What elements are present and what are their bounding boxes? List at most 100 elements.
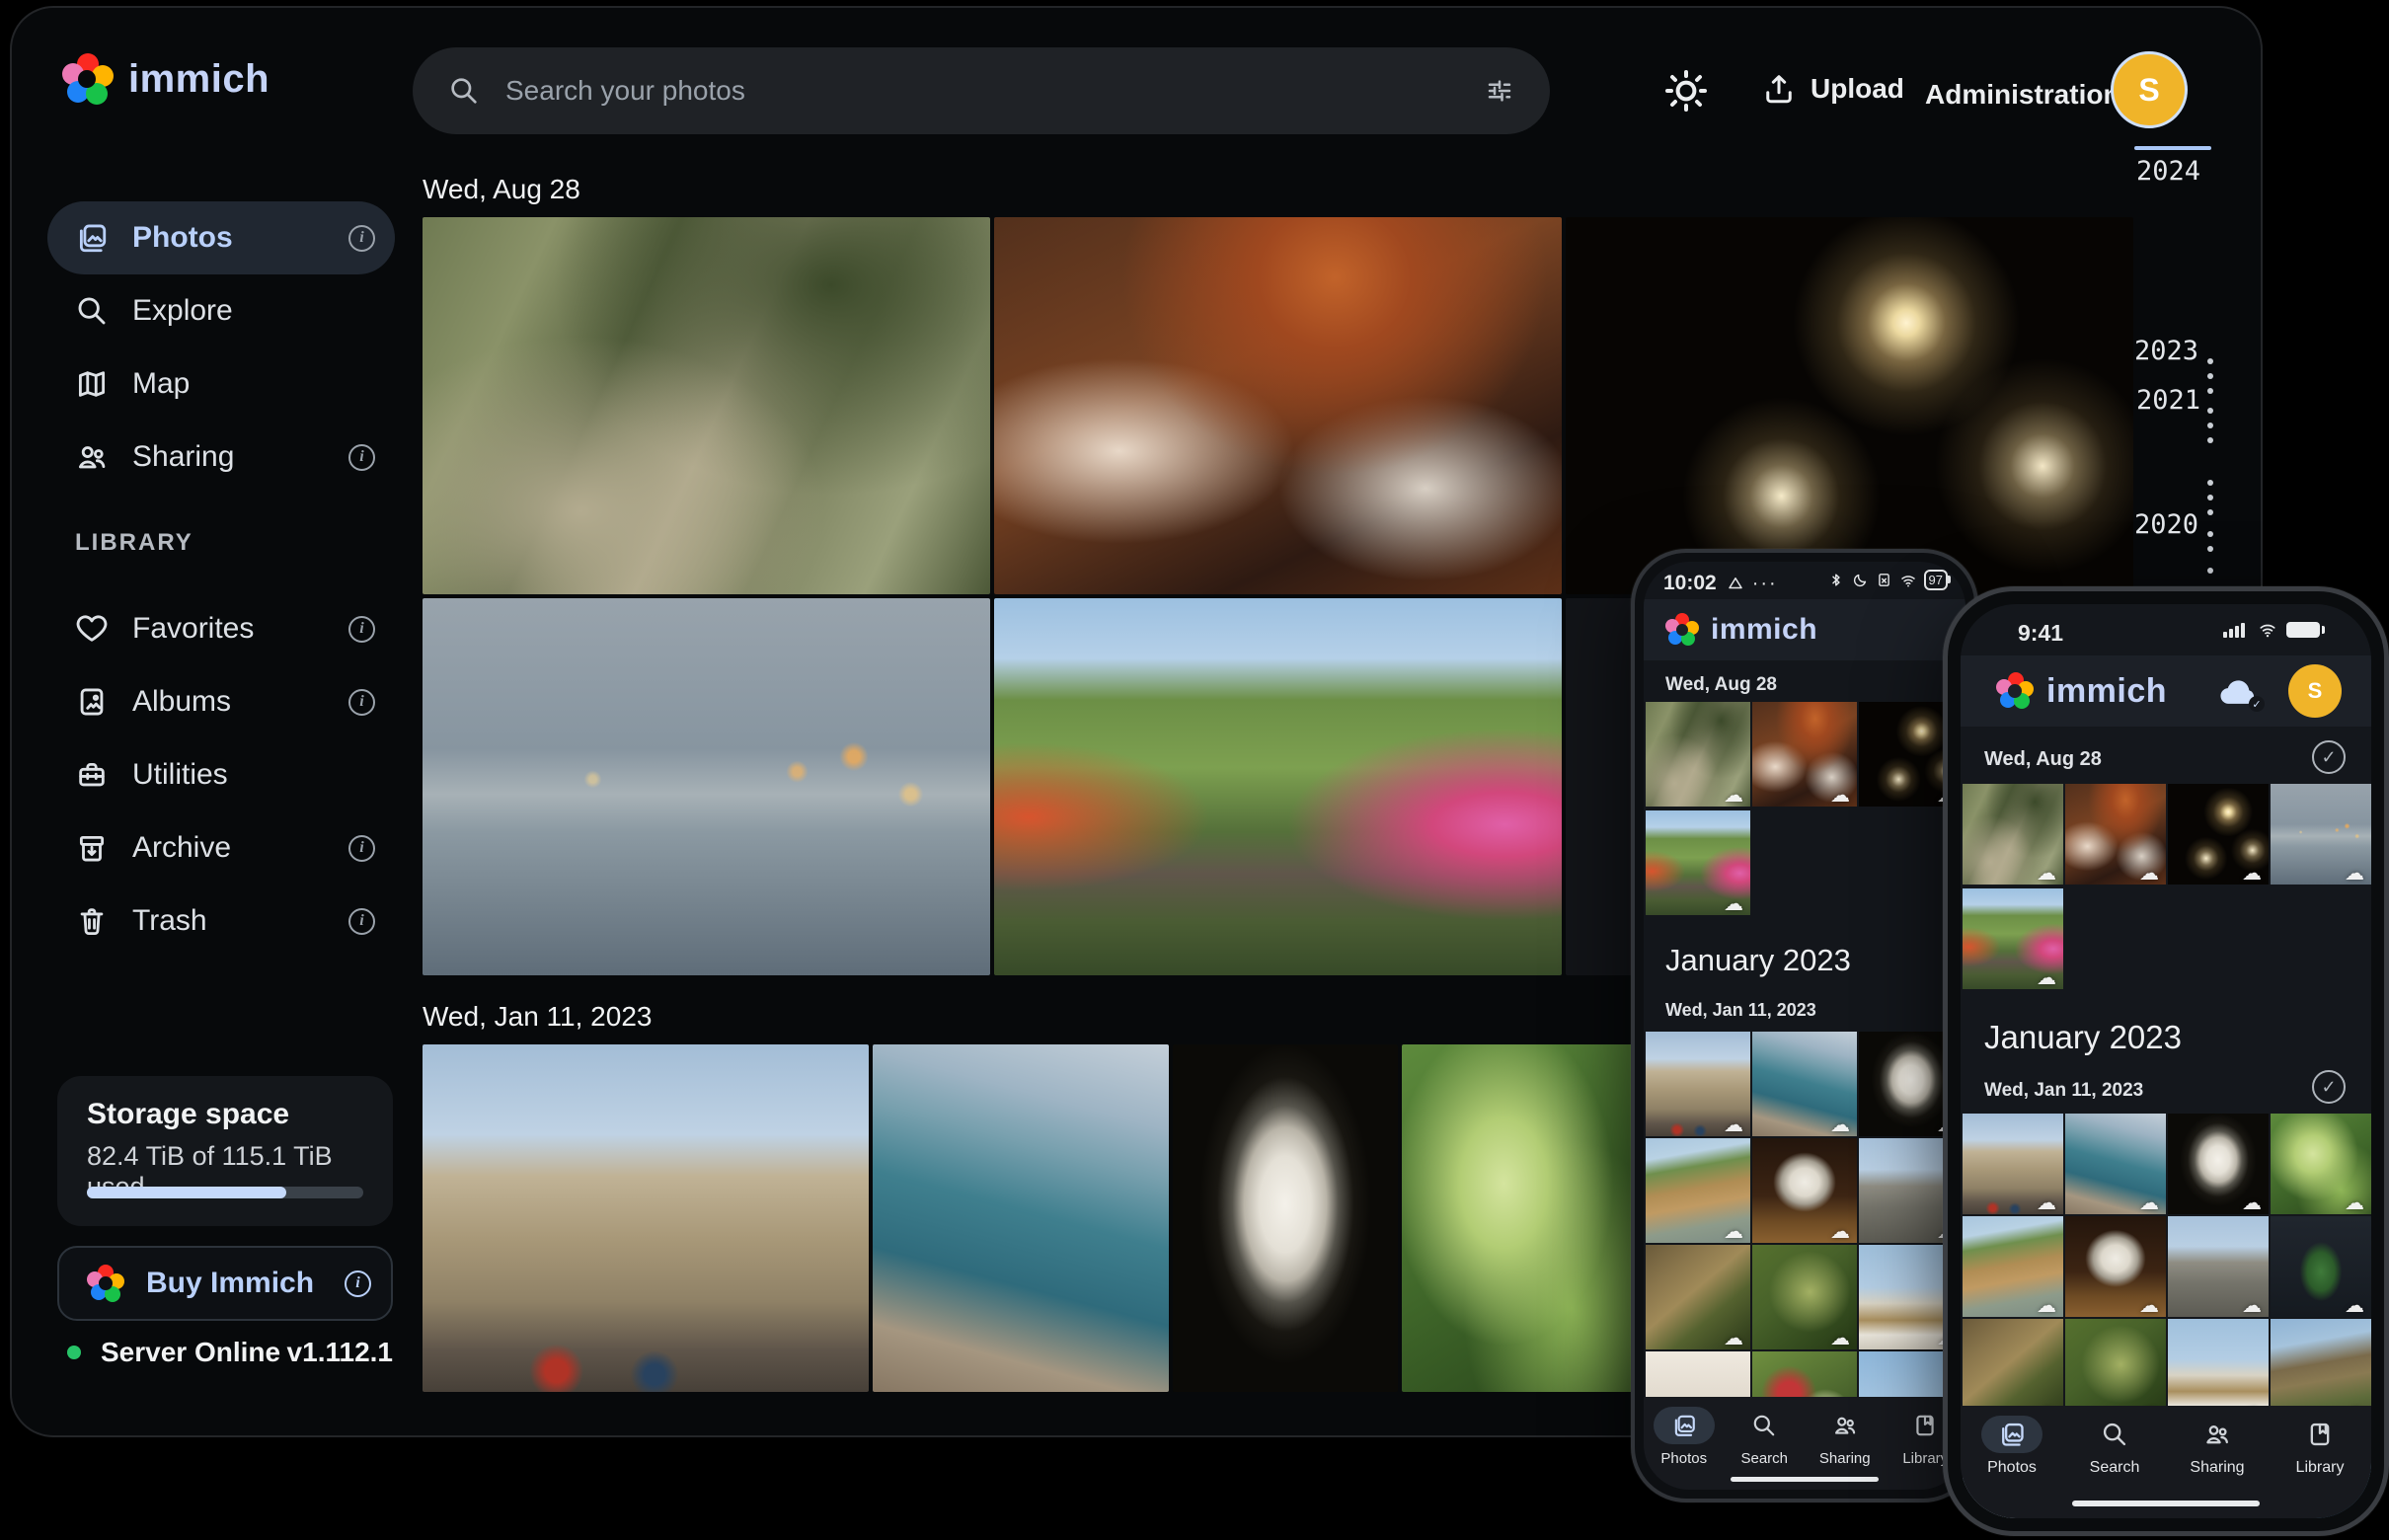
photo-lizard[interactable] [1646,1245,1750,1349]
photo-holding-hands-lake[interactable] [423,598,990,975]
sidebar-item-albums[interactable]: Albums i [47,665,395,738]
photo-farm[interactable] [2271,1319,2371,1420]
photo-marble-bust[interactable] [1173,1044,1398,1392]
sidebar-item-trash[interactable]: Trash i [47,885,395,958]
search-icon [1751,1413,1777,1438]
sidebar-item-label: Albums [132,685,348,719]
photo-seafort[interactable] [2065,1114,2166,1214]
photo-beach[interactable] [1646,1138,1750,1243]
search-bar[interactable] [413,47,1550,134]
photo-monkeys[interactable] [1963,784,2063,885]
photo-hands[interactable] [2271,784,2371,885]
buy-immich-button[interactable]: Buy Immich i [57,1246,393,1321]
photo-plant[interactable] [2271,1114,2371,1214]
photo-autumn-dinner-table[interactable] [994,217,1562,594]
sidebar-item-sharing[interactable]: Sharing i [47,421,395,494]
tab-photos[interactable]: Photos [1961,1406,2063,1518]
thumb-feature [1646,810,1750,915]
android-status-left: 10:02 ··· [1663,572,1778,595]
tab-label: Library [2296,1459,2345,1477]
photo-fireworks-night[interactable] [1566,217,2133,594]
filter-tune-icon[interactable] [1485,76,1514,106]
sidebar-item-archive[interactable]: Archive i [47,811,395,885]
photo-stone[interactable] [2065,1216,2166,1317]
photo-beach[interactable] [1963,1216,2063,1317]
tab-sharing[interactable]: Sharing [1805,1397,1886,1490]
photo-dinner[interactable] [2065,784,2166,885]
tab-photos[interactable]: Photos [1644,1397,1725,1490]
library-icon [2306,1421,2334,1448]
sidebar-item-utilities[interactable]: Utilities [47,738,395,811]
phone-android-screen: 10:02 ··· 97 immich Wed, Aug 28 [1644,562,1965,1490]
select-all-check-icon[interactable]: ✓ [2312,1070,2346,1104]
timeline-scroll-marker[interactable] [2134,146,2211,150]
photo-fortress-walls-cars[interactable] [423,1044,869,1392]
sidebar-item-label: Photos [132,221,348,255]
android-status-right: 97 [1828,570,1948,590]
photo-autumn-park-path[interactable] [994,598,1562,975]
photo-park[interactable] [1646,810,1750,915]
tab-label: Library [1902,1450,1948,1467]
photo-sea-fort-coast[interactable] [873,1044,1169,1392]
photo-moss[interactable] [2065,1319,2166,1420]
photo-fireworks[interactable] [2168,784,2269,885]
wifi-icon [1899,572,1917,589]
status-clock: 9:41 [2018,620,2063,647]
storage-space-card: Storage space 82.4 TiB of 115.1 TiB used [57,1076,393,1226]
photo-xmas[interactable] [2271,1216,2371,1317]
photo-zoo-monkeys-gazebo[interactable] [423,217,990,594]
heart-icon [75,612,109,646]
tab-library[interactable]: Library [2269,1406,2371,1518]
photo-fortress[interactable] [1963,1114,2063,1214]
server-version: v1.112.1 [287,1337,393,1368]
online-status-dot [67,1346,81,1359]
info-icon[interactable]: i [348,908,375,935]
home-indicator [2072,1501,2260,1506]
user-avatar[interactable]: S [2288,664,2342,718]
sidebar-item-explore[interactable]: Explore [47,274,395,347]
upload-icon [1761,71,1797,107]
photo-church[interactable] [2168,1319,2269,1420]
timeline-year[interactable]: 2020 [2134,509,2198,540]
photo-bust[interactable] [2168,1114,2269,1214]
photo-stone[interactable] [1752,1138,1857,1243]
info-icon[interactable]: i [345,1270,371,1297]
photo-fortress[interactable] [1646,1032,1750,1136]
immich-flower-icon [1665,613,1699,647]
timeline-year[interactable]: 2023 [2134,336,2198,366]
no-sim-icon [1876,572,1892,588]
select-all-check-icon[interactable]: ✓ [2312,740,2346,774]
info-icon[interactable]: i [348,444,375,471]
timeline-year[interactable]: 2024 [2136,156,2200,187]
app-logo[interactable]: immich [61,53,270,105]
info-icon[interactable]: i [348,225,375,252]
sidebar-item-map[interactable]: Map [47,347,395,421]
photo-moss[interactable] [1752,1245,1857,1349]
photo-green-plant-berries[interactable] [1402,1044,1645,1392]
tab-search[interactable]: Search [1725,1397,1806,1490]
theme-toggle-button[interactable] [1662,67,1710,115]
page-canvas: { "app": {"brand": "immich"}, "desktop":… [0,0,2389,1540]
album-icon [75,685,109,719]
photo-lizard[interactable] [1963,1319,2063,1420]
info-icon[interactable]: i [348,616,375,643]
cloud-sync-button[interactable]: ✓ [2217,674,2261,708]
photo-seafort[interactable] [1752,1032,1857,1136]
date-group-header: Wed, Jan 11, 2023 [1984,1080,2143,1102]
photo-ruin[interactable] [2168,1216,2269,1317]
photo-monkeys[interactable] [1646,702,1750,807]
photo-dinner[interactable] [1752,702,1857,807]
user-avatar[interactable]: S [2111,51,2188,128]
upload-button[interactable]: Upload [1761,71,1904,107]
photo-grid [1646,1032,1964,1456]
timeline-year[interactable]: 2021 [2136,385,2200,416]
sidebar-item-photos[interactable]: Photos i [47,201,395,274]
info-icon[interactable]: i [348,835,375,862]
phone-app-header: immich ✓ S [1961,655,2371,727]
search-input[interactable] [503,74,1485,108]
sidebar-item-favorites[interactable]: Favorites i [47,592,395,665]
photo-park[interactable] [1963,888,2063,989]
administration-link[interactable]: Administration [1925,79,2120,111]
info-icon[interactable]: i [348,689,375,716]
sharing-people-icon [75,440,109,474]
